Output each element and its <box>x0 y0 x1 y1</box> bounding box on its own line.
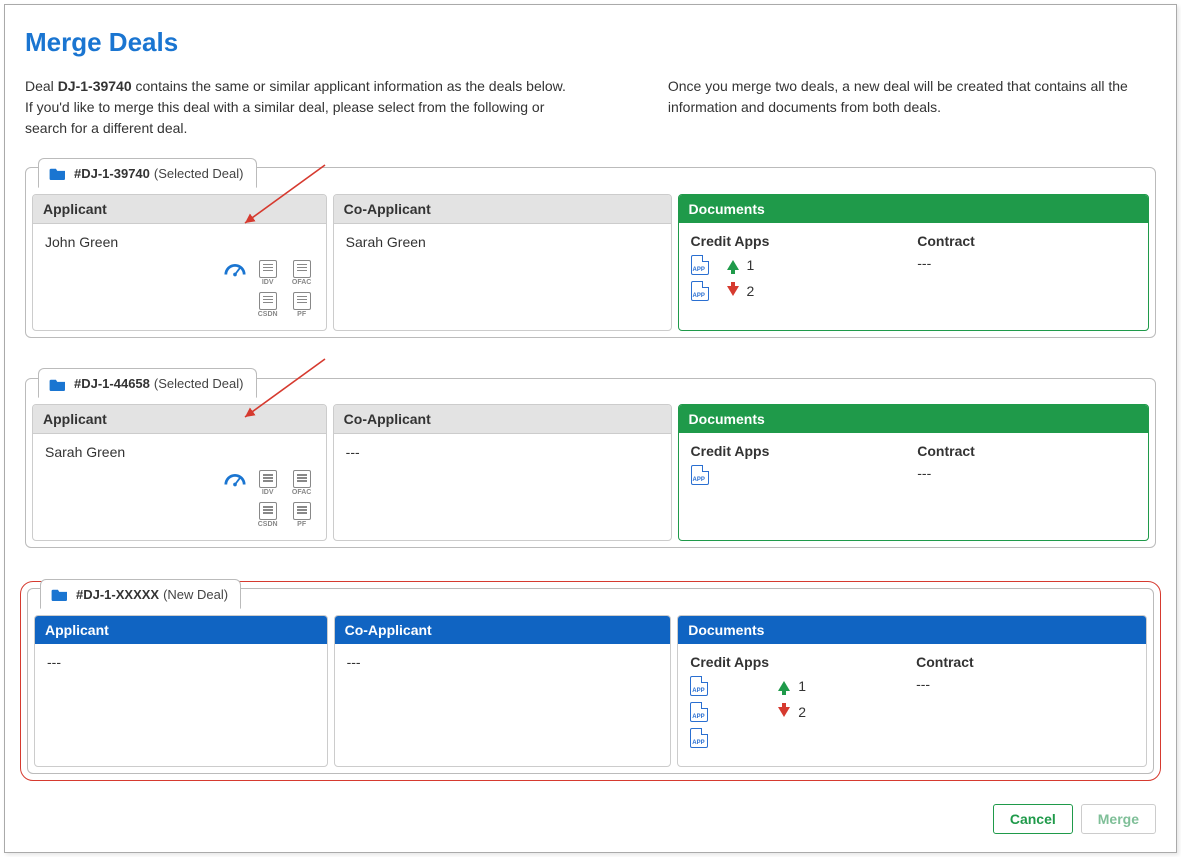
intro-deal-id: DJ-1-39740 <box>58 78 132 94</box>
pf-icon: PF <box>290 502 314 528</box>
deal-id: #DJ-1-XXXXX <box>76 587 159 602</box>
credit-app-icon <box>690 728 708 748</box>
pf-icon: PF <box>290 292 314 318</box>
credit-app-line: 1 <box>691 255 910 275</box>
credit-app-line <box>690 728 908 748</box>
credit-apps-col: Credit Apps 1 2 <box>691 233 910 307</box>
co-applicant-panel: Co-Applicant --- <box>334 615 672 767</box>
deal-tab[interactable]: #DJ-1-XXXXX (New Deal) <box>40 579 241 609</box>
idv-icon: IDV <box>256 260 280 286</box>
documents-header: Documents <box>678 616 1146 644</box>
gauge-icon <box>224 260 246 278</box>
idv-icon: IDV <box>256 470 280 496</box>
credit-app-icon <box>690 676 708 696</box>
co-applicant-panel: Co-Applicant Sarah Green <box>333 194 672 331</box>
co-applicant-header: Co-Applicant <box>334 405 671 434</box>
applicant-name: --- <box>47 654 315 670</box>
co-applicant-name: Sarah Green <box>346 234 659 250</box>
applicant-panel: Applicant Sarah Green IDV OFAC CSDN PF <box>32 404 327 541</box>
applicant-icon-row-2: CSDN PF <box>45 502 314 528</box>
co-applicant-header: Co-Applicant <box>334 195 671 224</box>
deal-sub: (Selected Deal) <box>154 376 244 391</box>
applicant-panel: Applicant --- <box>34 615 328 767</box>
page-title: Merge Deals <box>25 27 1156 58</box>
documents-header: Documents <box>679 195 1148 223</box>
csdn-icon: CSDN <box>256 292 280 318</box>
credit-app-icon <box>691 255 709 275</box>
deal-block-0[interactable]: #DJ-1-39740 (Selected Deal) Applicant Jo… <box>25 167 1156 338</box>
contract-value: --- <box>917 465 1136 481</box>
credit-apps-title: Credit Apps <box>691 443 910 459</box>
arrow-down-icon: 2 <box>727 283 755 299</box>
applicant-panel: Applicant John Green IDV OFAC CSDN PF <box>32 194 327 331</box>
contract-value: --- <box>916 676 1134 692</box>
co-applicant-panel: Co-Applicant --- <box>333 404 672 541</box>
cancel-button[interactable]: Cancel <box>993 804 1073 834</box>
credit-app-icon <box>691 465 709 485</box>
applicant-icon-row-2: CSDN PF <box>45 292 314 318</box>
contract-title: Contract <box>917 443 1136 459</box>
merge-button[interactable]: Merge <box>1081 804 1156 834</box>
applicant-name: Sarah Green <box>45 444 314 460</box>
dialog-actions: Cancel Merge <box>25 804 1156 834</box>
merge-deals-dialog: Merge Deals Deal DJ-1-39740 contains the… <box>4 4 1177 853</box>
intro-text-row: Deal DJ-1-39740 contains the same or sim… <box>25 76 1156 139</box>
intro-right: Once you merge two deals, a new deal wil… <box>668 76 1156 139</box>
gauge-icon <box>224 470 246 488</box>
credit-app-line <box>691 465 910 485</box>
deal-tab[interactable]: #DJ-1-39740 (Selected Deal) <box>38 158 257 188</box>
contract-col: Contract --- <box>917 443 1136 491</box>
deal-tab[interactable]: #DJ-1-44658 (Selected Deal) <box>38 368 257 398</box>
credit-apps-col: Credit Apps <box>691 443 910 491</box>
deal-id: #DJ-1-39740 <box>74 166 150 181</box>
deal-block-1[interactable]: #DJ-1-44658 (Selected Deal) Applicant Sa… <box>25 378 1156 549</box>
credit-app-line: 1 <box>690 676 908 696</box>
contract-value: --- <box>917 255 1136 271</box>
intro-prefix: Deal <box>25 78 58 94</box>
csdn-icon: CSDN <box>256 502 280 528</box>
folder-icon <box>51 587 69 601</box>
co-applicant-header: Co-Applicant <box>335 616 671 644</box>
ofac-icon: OFAC <box>290 260 314 286</box>
applicant-header: Applicant <box>35 616 327 644</box>
arrow-up-icon: 1 <box>727 257 755 273</box>
credit-app-line: 2 <box>690 702 908 722</box>
arrow-down-icon: 2 <box>778 704 806 720</box>
ofac-icon: OFAC <box>290 470 314 496</box>
contract-col: Contract --- <box>916 654 1134 754</box>
credit-apps-title: Credit Apps <box>691 233 910 249</box>
deal-body: Applicant Sarah Green IDV OFAC CSDN PF C… <box>26 398 1155 547</box>
co-applicant-name: --- <box>346 444 659 460</box>
credit-app-icon <box>691 281 709 301</box>
contract-title: Contract <box>916 654 1134 670</box>
documents-panel: Documents Credit Apps 1 2 Contract --- <box>678 194 1149 331</box>
deal-block-2[interactable]: #DJ-1-XXXXX (New Deal) Applicant --- Co-… <box>27 588 1154 774</box>
documents-header: Documents <box>679 405 1148 433</box>
contract-title: Contract <box>917 233 1136 249</box>
applicant-header: Applicant <box>33 405 326 434</box>
deal-sub: (Selected Deal) <box>154 166 244 181</box>
arrow-up-icon: 1 <box>778 678 806 694</box>
deal-id: #DJ-1-44658 <box>74 376 150 391</box>
applicant-name: John Green <box>45 234 314 250</box>
credit-app-line: 2 <box>691 281 910 301</box>
folder-icon <box>49 377 67 391</box>
co-applicant-name: --- <box>347 654 659 670</box>
applicant-icon-row-1: IDV OFAC <box>45 260 314 286</box>
credit-apps-title: Credit Apps <box>690 654 908 670</box>
applicant-icon-row-1: IDV OFAC <box>45 470 314 496</box>
contract-col: Contract --- <box>917 233 1136 307</box>
credit-apps-col: Credit Apps 1 2 <box>690 654 908 754</box>
applicant-header: Applicant <box>33 195 326 224</box>
documents-panel: Documents Credit Apps 1 2 Contract --- <box>677 615 1147 767</box>
documents-panel: Documents Credit Apps Contract --- <box>678 404 1149 541</box>
deal-body: Applicant --- Co-Applicant --- Documents… <box>28 609 1153 773</box>
folder-icon <box>49 166 67 180</box>
credit-app-icon <box>690 702 708 722</box>
deal-body: Applicant John Green IDV OFAC CSDN PF Co… <box>26 188 1155 337</box>
intro-left: Deal DJ-1-39740 contains the same or sim… <box>25 76 568 139</box>
deal-sub: (New Deal) <box>163 587 228 602</box>
